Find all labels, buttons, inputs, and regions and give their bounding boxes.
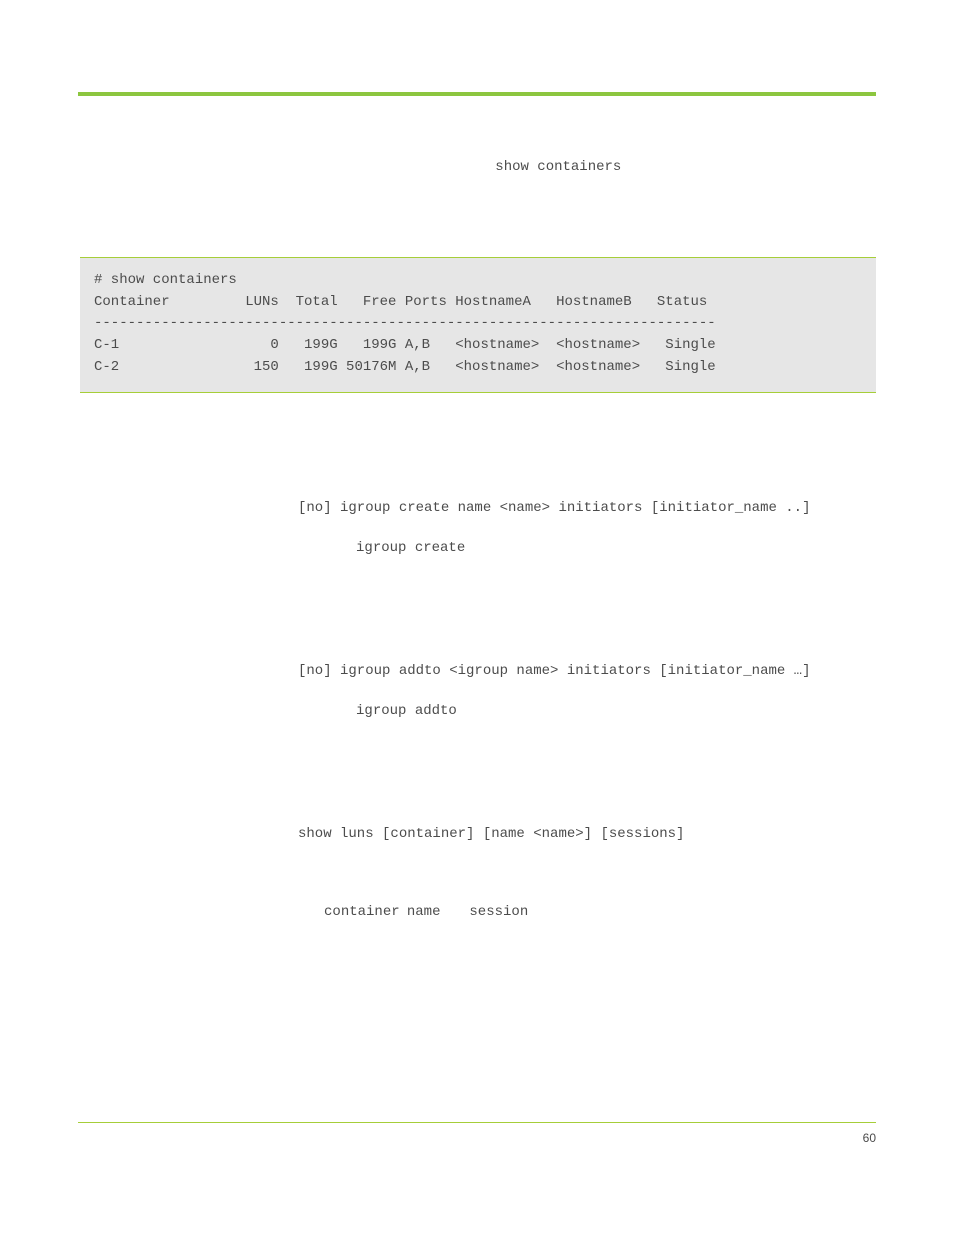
page: These values are displayed in the show c… [0,0,954,1235]
desc-igroup-addto: The igroup addto command adds a list of … [298,700,876,761]
footer-left: VMA SAN Gateway Administration [78,1129,246,1147]
text: target LUNs. [558,581,631,596]
code-line: C-2 150 199G 50176M A,B <hostname> <host… [94,359,716,375]
inline-command: show containers [495,159,621,175]
inline-command: igroup create [356,540,465,556]
desc-show-luns-2: The container, name and session optional… [298,901,876,923]
code-line: ----------------------------------------… [94,315,716,331]
syntax-igroup-create: [no] igroup create name <name> initiator… [298,498,876,519]
text: The [330,539,356,554]
inline-command: name [407,904,441,920]
inline-command: session [469,904,528,920]
syntax-show-luns: show luns [container] [name <name>] [ses… [298,824,876,845]
desc-show-luns-1: This command displays all the LUNs defin… [298,863,876,883]
text: command adds a list of initiators to an … [457,702,727,717]
code-block-show-containers: # show containers Container LUNs Total F… [80,257,876,393]
syntax-igroup-addto: [no] igroup addto <igroup name> initiato… [298,661,876,682]
text: status). An example is provided below. [624,200,845,215]
text: and [440,903,469,918]
text: Gateway or not. [520,744,612,759]
text: information. [754,903,822,918]
inline-command: container [324,904,400,920]
heading-igroup-addto: igroup addto [78,616,876,643]
text: command creates an initiator group with … [465,539,739,554]
desc-igroup-create: The igroup create command creates an ini… [298,537,876,598]
code-line: # show containers [94,272,237,288]
text: optional parameters display additional [528,903,750,918]
text: command output, which lists [621,158,788,173]
text: The [298,903,324,918]
code-line: Container LUNs Total Free Ports Hostname… [94,294,707,310]
text: , [400,903,407,918]
header-rule [78,92,876,96]
code-line: C-1 0 199G 199G A,B <hostname> <hostname… [94,337,716,353]
heading-igroup-create: igroup create [78,453,876,480]
page-number: 60 [863,1129,876,1147]
footer: VMA SAN Gateway Administration 60 [78,1122,876,1147]
text: The [330,702,356,717]
show-containers-paragraph: These values are displayed in the show c… [298,156,876,217]
heading-show-luns: show luns [78,779,876,806]
inline-command: igroup addto [356,703,457,719]
text: These values are displayed in the [298,158,495,173]
main-content: These values are displayed in the show c… [78,156,876,923]
